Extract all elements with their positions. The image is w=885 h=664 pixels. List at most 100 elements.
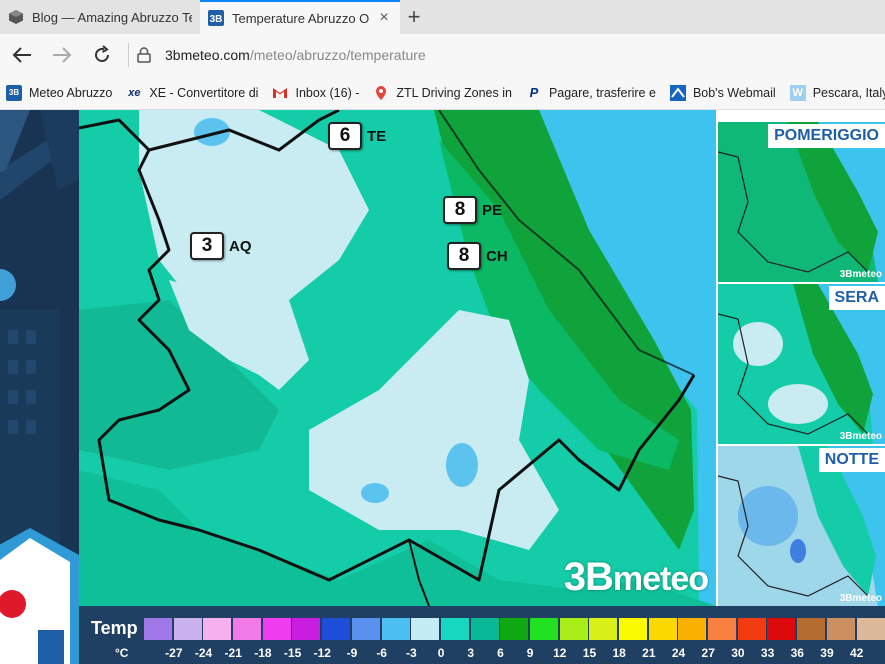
bookmark-label: Bob's Webmail bbox=[692, 85, 776, 100]
bookmark-label: Pagare, trasferire e bbox=[548, 85, 656, 100]
new-tab-button[interactable]: + bbox=[400, 0, 428, 34]
reload-button[interactable] bbox=[84, 39, 120, 71]
legend-swatch bbox=[648, 618, 677, 640]
city-illustration bbox=[0, 110, 79, 664]
legend-tick-label: 42 bbox=[849, 646, 864, 660]
legend-swatch bbox=[619, 618, 647, 640]
legend-swatch bbox=[500, 618, 529, 640]
thumb-pomeriggio[interactable]: POMERIGGIO 3Bmeteo bbox=[718, 122, 885, 282]
tab-temperature-title: Temperature Abruzzo O bbox=[232, 10, 370, 26]
bookmark-label: ZTL Driving Zones in bbox=[396, 85, 512, 100]
legend-tick-label: 33 bbox=[760, 646, 775, 660]
city-code-te: TE bbox=[367, 127, 387, 145]
webmail-icon bbox=[669, 84, 686, 101]
legend-tick-label: -21 bbox=[224, 646, 242, 660]
left-sidebar-art bbox=[0, 110, 79, 664]
url-path: /meteo/abruzzo/temperature bbox=[249, 47, 426, 63]
bookmark-pescara[interactable]: W Pescara, Italy Travel bbox=[789, 84, 885, 101]
tab-blog-title: Blog — Amazing Abruzzo Te bbox=[32, 9, 192, 25]
legend-tick-label: 3 bbox=[467, 646, 475, 660]
legend-tick-label: 24 bbox=[671, 646, 686, 660]
legend-swatch bbox=[737, 618, 766, 640]
gmail-icon bbox=[273, 87, 288, 98]
time-of-day-thumbnails: POMERIGGIO 3Bmeteo SERA 3Bmeteo NOTTE 3B… bbox=[716, 110, 885, 606]
city-temp-pe: 8 bbox=[443, 196, 477, 224]
city-code-aq: AQ bbox=[229, 237, 252, 255]
legend-tick-label: -18 bbox=[254, 646, 272, 660]
city-label-te: 6 TE bbox=[328, 122, 386, 150]
legend-tick-label: -9 bbox=[346, 646, 358, 660]
legend-swatch bbox=[144, 618, 172, 640]
legend-tick-label: 15 bbox=[582, 646, 597, 660]
bookmark-label: Inbox (16) - bbox=[295, 85, 360, 100]
bookmark-webmail[interactable]: Bob's Webmail bbox=[669, 84, 776, 101]
address-bar[interactable]: 3bmeteo.com/meteo/abruzzo/temperature bbox=[137, 47, 426, 63]
thumb-notte[interactable]: NOTTE 3Bmeteo bbox=[718, 446, 885, 606]
legend-tick-label: 27 bbox=[701, 646, 715, 660]
temperature-legend: Temp °C -27 -24 -21 -18 -15 -12 -9 -6 -3 0 3 6 9 12 15… bbox=[79, 606, 885, 664]
temperature-map: 6 TE 3 AQ 8 PE 8 CH 3Bmeteo bbox=[79, 110, 716, 606]
legend-swatch bbox=[767, 618, 796, 640]
3b-meteo-icon: 3B bbox=[6, 84, 22, 101]
legend-swatch bbox=[381, 618, 410, 640]
url-host: 3bmeteo.com bbox=[165, 47, 250, 63]
legend-tick-label: -24 bbox=[194, 646, 213, 660]
legend-swatch bbox=[529, 618, 558, 640]
close-tab-icon[interactable]: × bbox=[376, 9, 392, 27]
bookmark-xe[interactable]: xe XE - Convertitore di bbox=[126, 85, 258, 101]
3bmeteo-logo: 3Bmeteo bbox=[563, 555, 709, 599]
3b-meteo-icon: 3B bbox=[208, 10, 224, 26]
back-button[interactable] bbox=[4, 39, 40, 71]
thumb-brand: 3Bmeteo bbox=[839, 593, 882, 604]
city-temp-ch: 8 bbox=[447, 242, 481, 270]
arrow-right-icon bbox=[53, 47, 72, 63]
legend-tick-label: 6 bbox=[497, 646, 504, 660]
cube-icon bbox=[9, 10, 23, 24]
legend-swatch bbox=[173, 618, 202, 640]
nav-separator bbox=[128, 43, 129, 67]
legend-ticks: -27 -24 -21 -18 -15 -12 -9 -6 -3 0 3 6 9 12 15 18 21 24 27… bbox=[144, 646, 872, 660]
legend-tick-label: 0 bbox=[437, 646, 445, 660]
legend-tick-label: -3 bbox=[406, 646, 417, 660]
thumb-label-sera: SERA bbox=[828, 286, 885, 310]
nav-bar: 3bmeteo.com/meteo/abruzzo/temperature bbox=[0, 34, 885, 76]
legend-title: Temp bbox=[91, 618, 138, 638]
thumb-label-notte: NOTTE bbox=[818, 448, 885, 472]
xe-icon: xe bbox=[128, 86, 141, 99]
bookmark-meteo-abruzzo[interactable]: 3B Meteo Abruzzo bbox=[6, 84, 113, 101]
legend-swatch bbox=[856, 618, 885, 640]
thumb-brand: 3Bmeteo bbox=[839, 269, 882, 280]
legend-swatch bbox=[351, 618, 380, 640]
svg-text:3B: 3B bbox=[210, 14, 223, 25]
city-temp-aq: 3 bbox=[190, 232, 224, 260]
legend-swatch bbox=[233, 618, 262, 640]
city-label-ch: 8 CH bbox=[447, 242, 508, 270]
legend-swatch bbox=[708, 618, 737, 640]
forward-button[interactable] bbox=[44, 39, 80, 71]
thumb-label-pomeriggio: POMERIGGIO bbox=[768, 124, 885, 148]
page-content: 6 TE 3 AQ 8 PE 8 CH 3Bmeteo POMERIGGIO 3… bbox=[0, 110, 885, 664]
legend-swatches bbox=[144, 618, 885, 640]
bookmark-paypal[interactable]: P Pagare, trasferire e bbox=[526, 85, 656, 101]
bookmark-label: Meteo Abruzzo bbox=[29, 85, 113, 100]
bookmark-inbox[interactable]: Inbox (16) - bbox=[272, 85, 359, 101]
city-label-aq: 3 AQ bbox=[190, 232, 252, 260]
legend-swatch bbox=[797, 618, 826, 640]
tab-blog[interactable]: Blog — Amazing Abruzzo Te bbox=[0, 0, 200, 34]
legend-tick-label: -15 bbox=[283, 646, 302, 660]
bookmark-label: Pescara, Italy Travel bbox=[812, 85, 885, 100]
legend-unit: °C bbox=[115, 646, 129, 660]
legend-swatch bbox=[411, 618, 440, 640]
lock-icon bbox=[137, 47, 151, 63]
legend-tick-label: -6 bbox=[376, 646, 387, 660]
bookmark-ztl[interactable]: ZTL Driving Zones in bbox=[373, 85, 512, 101]
city-temp-te: 6 bbox=[328, 122, 362, 150]
thumb-sera[interactable]: SERA 3Bmeteo bbox=[718, 284, 885, 444]
legend-swatch bbox=[203, 618, 232, 640]
tab-temperature[interactable]: 3B Temperature Abruzzo O × bbox=[200, 0, 400, 34]
legend-swatch bbox=[559, 618, 588, 640]
legend-swatch bbox=[470, 618, 499, 640]
legend-swatch bbox=[262, 618, 291, 640]
legend-tick-label: 9 bbox=[526, 646, 534, 660]
legend-tick-label: 39 bbox=[820, 646, 834, 660]
